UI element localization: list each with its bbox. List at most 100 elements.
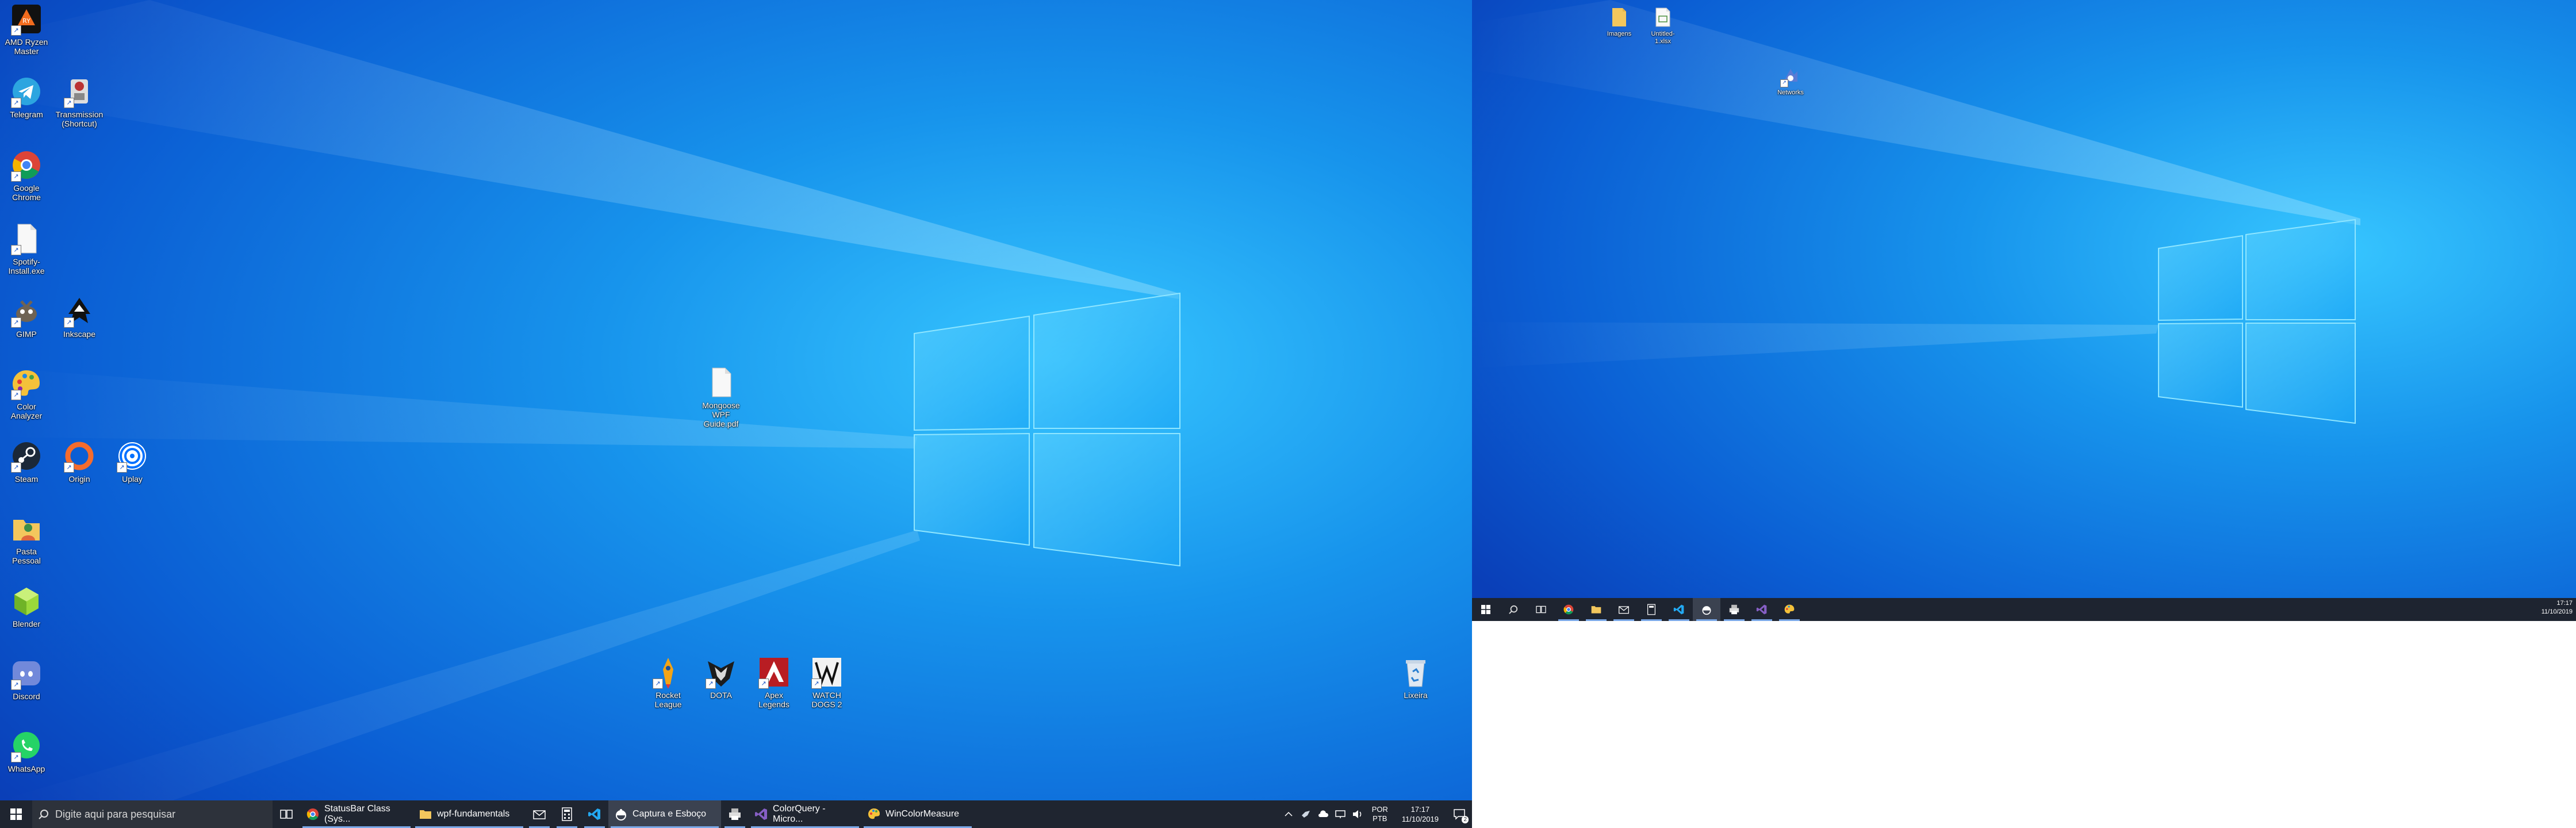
- desktop-icon-apex-legends[interactable]: ↗ Apex Legends: [749, 656, 799, 709]
- desktop-icon-blender[interactable]: Blender: [1, 584, 52, 628]
- rocket-icon: ↗: [651, 656, 685, 689]
- tray-app-icon[interactable]: [1297, 800, 1314, 828]
- taskbar-app-visual-studio[interactable]: [1748, 598, 1776, 621]
- network-icon[interactable]: [1332, 800, 1349, 828]
- shortcut-arrow-icon: ↗: [11, 680, 21, 690]
- tray-overflow-chevron-up-icon[interactable]: [1280, 800, 1297, 828]
- desktop-icon-lixeira[interactable]: Lixeira: [1390, 656, 1441, 700]
- desktop-icon-color-analyzer[interactable]: ↗ Color Analyzer: [1, 367, 52, 420]
- printer-icon: [1729, 604, 1739, 615]
- desktop-icon-label: Untitled-1.xlsx: [1651, 30, 1675, 45]
- desktop-icon-label: GIMP: [16, 329, 37, 339]
- start-button[interactable]: [1472, 598, 1500, 621]
- desktop-icon-uplay[interactable]: ↗ Uplay: [107, 439, 158, 484]
- desktop-icon-label: Rocket League: [654, 691, 682, 709]
- vscode-icon: [1673, 604, 1684, 615]
- desktop-icon-whatsapp[interactable]: ↗ WhatsApp: [1, 729, 52, 773]
- taskbar-app-visual-studio[interactable]: ColorQuery - Micro...: [749, 800, 861, 828]
- mail-icon: [1619, 606, 1629, 614]
- desktop-icon-google-chrome[interactable]: ↗ Google Chrome: [1, 148, 52, 202]
- user-folder-icon: [10, 512, 43, 545]
- taskbar-pin-printer[interactable]: [1720, 598, 1748, 621]
- taskbar-app-wincolormeasure[interactable]: WinColorMeasure: [861, 800, 974, 828]
- taskbar-clock[interactable]: 17:17 11/10/2019: [2542, 599, 2573, 616]
- desktop-icon-label: Apex Legends: [758, 691, 789, 709]
- palette-icon: [868, 808, 880, 819]
- windows-logo-icon: [10, 808, 22, 820]
- desktop-icon-rocket-league[interactable]: ↗ Rocket League: [643, 656, 693, 709]
- desktop-icon-discord[interactable]: ↗ Discord: [1, 657, 52, 701]
- task-view-button[interactable]: [1527, 598, 1555, 621]
- desktop-icon-label: Networks: [1777, 89, 1804, 96]
- taskbar-primary: Digite aqui para pesquisar StatusBar Cla…: [0, 800, 1472, 828]
- visual-studio-icon: [755, 808, 767, 820]
- shortcut-arrow-icon: ↗: [64, 462, 74, 473]
- shortcut-arrow-icon: ↗: [64, 98, 74, 108]
- task-view-icon: [1536, 605, 1546, 614]
- taskbar-pin-mail[interactable]: [526, 800, 553, 828]
- shortcut-arrow-icon: ↗: [706, 678, 716, 689]
- desktop-icon-gimp[interactable]: ↗ GIMP: [1, 294, 52, 339]
- volume-icon[interactable]: [1349, 800, 1366, 828]
- shortcut-arrow-icon: ↗: [11, 98, 21, 108]
- cube-icon: [10, 584, 43, 618]
- clock-date: 11/10/2019: [1401, 815, 1439, 823]
- desktop-icon-label: Spotify-Install.exe: [8, 257, 45, 275]
- taskbar-app-snip-sketch[interactable]: Captura e Esboço: [608, 800, 721, 828]
- desktop-wallpaper: [1472, 0, 2576, 598]
- desktop-icon-telegram[interactable]: ↗ Telegram: [1, 75, 52, 119]
- taskbar-app-chrome[interactable]: StatusBar Class (Sys...: [300, 800, 413, 828]
- taskbar-app-label: StatusBar Class (Sys...: [324, 804, 390, 824]
- network-icon: ↗: [1779, 64, 1802, 87]
- desktop-icon-label: Uplay: [122, 474, 143, 484]
- shortcut-arrow-icon: ↗: [117, 462, 127, 473]
- taskbar-app-explorer[interactable]: wpf-fundamentals: [413, 800, 526, 828]
- palette-icon: [1784, 604, 1795, 614]
- desktop-icon-watch-dogs[interactable]: ↗ WATCH DOGS 2: [802, 656, 852, 709]
- action-center-button[interactable]: 2: [1447, 800, 1472, 828]
- taskbar-pin-calculator[interactable]: [553, 800, 581, 828]
- desktop-icon-origin[interactable]: ↗ Origin: [54, 439, 105, 484]
- file-icon: [704, 366, 738, 399]
- desktop-icon-pasta-pessoal[interactable]: Pasta Pessoal: [1, 512, 52, 565]
- taskbar-pin-calculator[interactable]: [1638, 598, 1665, 621]
- shortcut-arrow-icon: ↗: [11, 25, 21, 36]
- svg-text:RY: RY: [22, 17, 30, 25]
- desktop-icon-dota[interactable]: ↗ DOTA: [696, 656, 746, 700]
- search-button[interactable]: [1500, 598, 1527, 621]
- taskbar-app-explorer[interactable]: [1582, 598, 1610, 621]
- taskbar-app-snip-sketch[interactable]: [1693, 598, 1720, 621]
- desktop-icon-file-m2[interactable]: Untitled-1.xlsx: [1644, 6, 1681, 45]
- steam-icon: ↗: [10, 439, 43, 473]
- visual-studio-icon: [1756, 604, 1767, 615]
- desktop-icon-middle-file[interactable]: Mongoose WPF Guide.pdf: [696, 366, 746, 428]
- taskbar-pin-printer[interactable]: [721, 800, 749, 828]
- desktop-icon-label: Lixeira: [1404, 691, 1428, 700]
- taskbar-search-box[interactable]: Digite aqui para pesquisar: [32, 800, 273, 828]
- input-language-indicator[interactable]: POR PTB: [1366, 805, 1394, 823]
- folder-icon: [1608, 6, 1631, 29]
- taskbar-pin-vscode[interactable]: [581, 800, 608, 828]
- taskbar-pin-mail[interactable]: [1610, 598, 1638, 621]
- desktop-icon-amd-ryzen-master[interactable]: RY ↗ AMD Ryzen Master: [1, 2, 52, 56]
- tray-cloud-icon[interactable]: [1314, 800, 1332, 828]
- start-button[interactable]: [0, 800, 32, 828]
- whatsapp-icon: ↗: [10, 729, 43, 762]
- desktop-icon-steam[interactable]: ↗ Steam: [1, 439, 52, 484]
- origin-icon: ↗: [63, 439, 96, 473]
- snip-icon: [1702, 606, 1711, 615]
- watchdogs-icon: ↗: [810, 656, 844, 689]
- taskbar-app-wincolormeasure[interactable]: [1776, 598, 1803, 621]
- desktop-icon-inkscape[interactable]: ↗ Inkscape: [54, 294, 105, 339]
- dota-icon: ↗: [704, 656, 738, 689]
- desktop-icon-label: AMD Ryzen Master: [5, 37, 48, 56]
- desktop-icon-app-m2[interactable]: ↗ Networks: [1772, 64, 1809, 97]
- desktop-icon-transmission[interactable]: ↗ Transmission (Shortcut): [54, 75, 105, 128]
- desktop-icon-spotify-file[interactable]: ↗ Spotify-Install.exe: [1, 222, 52, 275]
- vscode-icon: [588, 808, 600, 820]
- taskbar-app-chrome[interactable]: [1555, 598, 1582, 621]
- taskbar-pin-vscode[interactable]: [1665, 598, 1693, 621]
- desktop-icon-folder-m2[interactable]: Imagens: [1601, 6, 1638, 38]
- task-view-button[interactable]: [273, 800, 300, 828]
- taskbar-clock[interactable]: 17:17 11/10/2019: [1394, 804, 1447, 824]
